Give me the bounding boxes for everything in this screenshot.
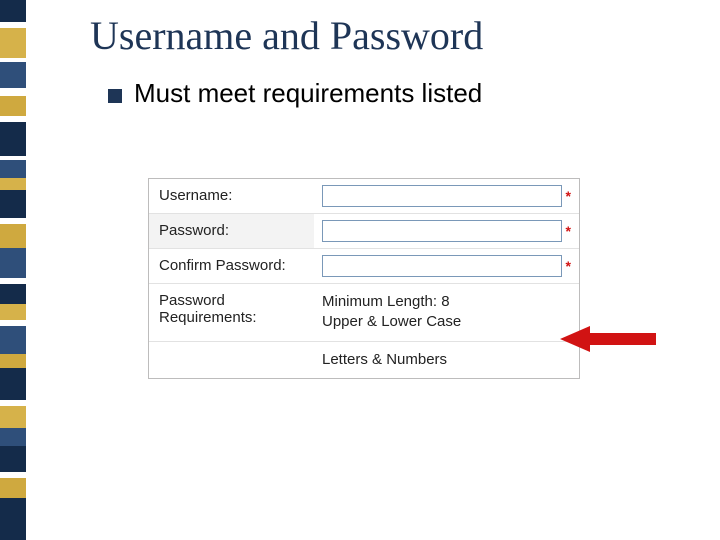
bullet-item: Must meet requirements listed bbox=[108, 78, 482, 109]
stripe-segment bbox=[0, 406, 26, 428]
password-input[interactable] bbox=[322, 220, 562, 242]
slide: Username and Password Must meet requirem… bbox=[0, 0, 720, 540]
stripe-segment bbox=[0, 62, 26, 88]
stripe-segment bbox=[0, 428, 26, 446]
stripe-segment bbox=[0, 88, 26, 96]
stripe-segment bbox=[0, 122, 26, 156]
required-asterisk: * bbox=[566, 188, 571, 204]
stripe-segment bbox=[0, 224, 26, 248]
username-input[interactable] bbox=[322, 185, 562, 207]
confirm-password-input[interactable] bbox=[322, 255, 562, 277]
requirement-line: Upper & Lower Case bbox=[322, 312, 571, 332]
stripe-segment bbox=[0, 190, 26, 218]
stripe-segment bbox=[0, 96, 26, 116]
stripe-segment bbox=[0, 28, 26, 58]
bullet-square-icon bbox=[108, 89, 122, 103]
password-requirements-label: Password Requirements: bbox=[149, 284, 314, 341]
stripe-segment bbox=[0, 326, 26, 354]
stripe-segment bbox=[0, 478, 26, 498]
stripe-segment bbox=[0, 446, 26, 472]
password-requirements-value: Letters & Numbers bbox=[314, 342, 579, 378]
stripe-segment bbox=[0, 498, 26, 540]
requirement-line: Minimum Length: 8 bbox=[322, 292, 571, 312]
decorative-stripe bbox=[0, 0, 26, 540]
requirement-line: Letters & Numbers bbox=[322, 350, 571, 370]
arrow-left-icon bbox=[560, 326, 656, 352]
stripe-segment bbox=[0, 0, 26, 22]
empty-label bbox=[149, 342, 314, 378]
stripe-segment bbox=[0, 284, 26, 304]
username-label: Username: bbox=[149, 179, 314, 213]
page-title: Username and Password bbox=[90, 12, 483, 59]
stripe-segment bbox=[0, 368, 26, 400]
password-requirements-value: Minimum Length: 8 Upper & Lower Case bbox=[314, 284, 579, 341]
stripe-segment bbox=[0, 178, 26, 190]
required-asterisk: * bbox=[566, 258, 571, 274]
stripe-segment bbox=[0, 304, 26, 320]
required-asterisk: * bbox=[566, 223, 571, 239]
confirm-password-label: Confirm Password: bbox=[149, 249, 314, 283]
credentials-form: Username: * Password: * Confirm Password… bbox=[148, 178, 580, 379]
stripe-segment bbox=[0, 160, 26, 178]
password-label: Password: bbox=[149, 214, 314, 248]
stripe-segment bbox=[0, 354, 26, 368]
stripe-segment bbox=[0, 248, 26, 278]
bullet-text: Must meet requirements listed bbox=[134, 78, 482, 109]
